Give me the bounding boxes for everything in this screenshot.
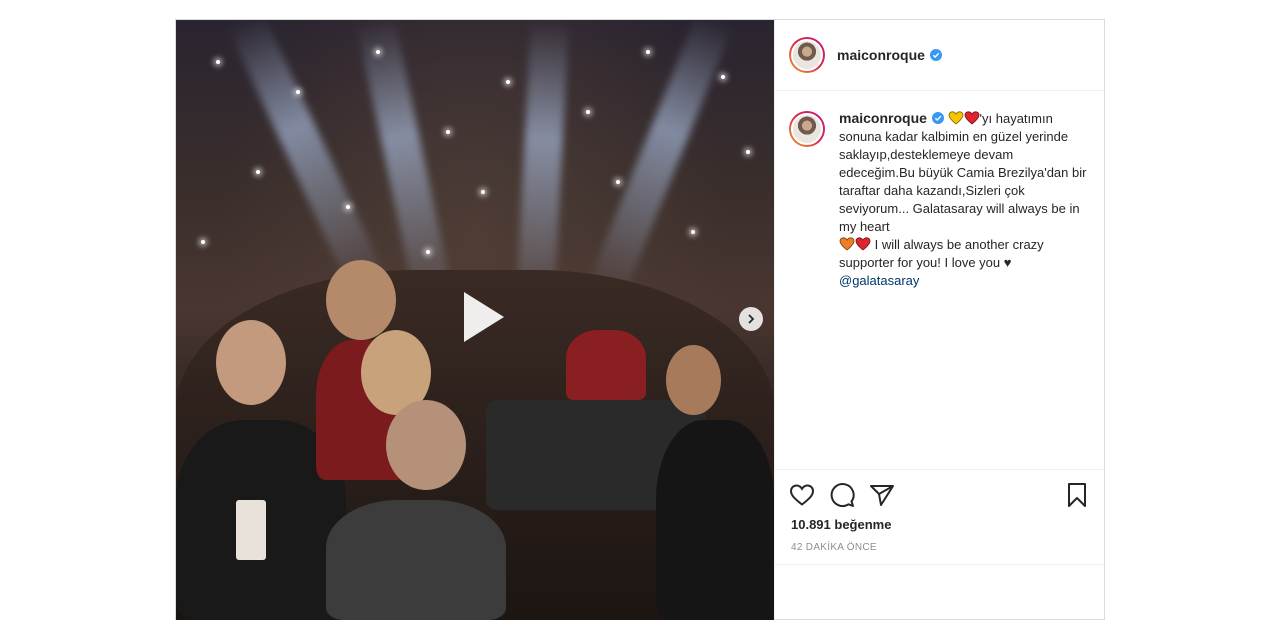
avatar[interactable] xyxy=(789,111,825,147)
yellow-heart-emoji-icon xyxy=(948,111,963,125)
lanyard-badge xyxy=(236,500,266,560)
person-head xyxy=(216,320,286,405)
person-right xyxy=(656,420,774,620)
post-header: maiconroque xyxy=(775,20,1104,91)
caption-username[interactable]: maiconroque xyxy=(839,110,927,126)
stadium-light xyxy=(296,90,300,94)
profile-photo xyxy=(791,39,823,71)
stadium-light xyxy=(691,230,695,234)
caption-text: maiconroque 'yı hayatımın sonuna kadar k… xyxy=(839,109,1089,290)
comment-button[interactable] xyxy=(829,482,855,508)
stadium-light xyxy=(346,205,350,209)
play-icon xyxy=(464,292,504,342)
verified-badge-icon xyxy=(931,112,944,124)
heart-outline-icon xyxy=(789,484,815,506)
paper-plane-icon xyxy=(870,485,894,506)
verified-badge-icon xyxy=(929,49,942,61)
person-head xyxy=(666,345,721,415)
cameraman xyxy=(326,500,506,620)
mention-link[interactable]: @galatasaray xyxy=(839,273,919,288)
stadium-light xyxy=(646,50,650,54)
person-red-shirt xyxy=(566,330,646,400)
share-button[interactable] xyxy=(869,482,895,508)
stadium-light xyxy=(506,80,510,84)
stadium-light xyxy=(586,110,590,114)
instagram-post: maiconroque maiconroque 'yı hayatımın so… xyxy=(175,19,1105,620)
stadium-light xyxy=(216,60,220,64)
post-timestamp: 42 DAKİKA ÖNCE xyxy=(791,542,877,553)
stadium-light xyxy=(376,50,380,54)
stadium-light xyxy=(426,250,430,254)
avatar[interactable] xyxy=(789,37,825,73)
username-text[interactable]: maiconroque xyxy=(837,47,925,63)
likes-count[interactable]: 10.891 beğenme xyxy=(775,508,1104,532)
caption-part-1: 'yı hayatımın sonuna kadar kalbimin en g… xyxy=(839,111,1087,234)
stadium-light xyxy=(256,170,260,174)
save-button[interactable] xyxy=(1064,482,1090,508)
chevron-right-icon xyxy=(748,314,755,324)
next-media-button[interactable] xyxy=(739,307,763,331)
stadium-light xyxy=(201,240,205,244)
red-heart-emoji-icon xyxy=(964,111,979,125)
post-actions-section: 10.891 beğenme 42 DAKİKA ÖNCE xyxy=(775,469,1104,553)
comment-icon xyxy=(830,483,855,507)
stadium-light xyxy=(616,180,620,184)
action-bar xyxy=(775,470,1104,508)
person-head xyxy=(386,400,466,490)
stadium-light xyxy=(746,150,750,154)
post-sidebar: maiconroque maiconroque 'yı hayatımın so… xyxy=(774,20,1104,620)
person-head xyxy=(326,260,396,340)
post-video[interactable] xyxy=(176,20,774,620)
like-button[interactable] xyxy=(789,482,815,508)
comment-area xyxy=(775,564,1104,621)
profile-photo xyxy=(791,113,823,145)
orange-heart-emoji-icon xyxy=(839,237,855,251)
stadium-light xyxy=(446,130,450,134)
stadium-light xyxy=(721,75,725,79)
bookmark-icon xyxy=(1068,483,1086,507)
stadium-light xyxy=(481,190,485,194)
red-heart-emoji-icon xyxy=(855,237,871,251)
caption-comment: maiconroque 'yı hayatımın sonuna kadar k… xyxy=(789,109,1089,290)
play-button[interactable] xyxy=(446,284,512,350)
header-username[interactable]: maiconroque xyxy=(837,47,942,63)
